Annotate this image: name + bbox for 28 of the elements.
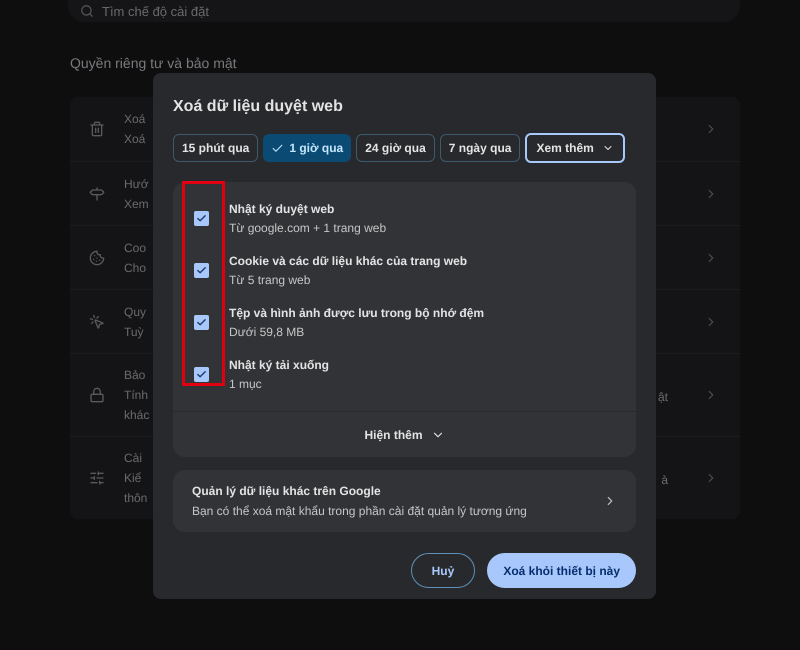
link-title: Quản lý dữ liệu khác trên Google: [192, 483, 381, 500]
data-type-detail: Từ google.com + 1 trang web: [229, 220, 386, 237]
row-text: Cho: [124, 260, 146, 276]
data-type-label: Tệp và hình ảnh được lưu trong bộ nhớ đệm: [229, 305, 484, 322]
section-title: Quyền riêng tư và bảo mật: [70, 54, 237, 72]
data-type-label: Nhật ký tải xuống: [229, 357, 330, 374]
row-text: Cài: [124, 450, 142, 467]
data-type-detail: Từ 5 trang web: [229, 272, 310, 289]
data-type-detail: Dưới 59,8 MB: [229, 324, 304, 341]
data-type-detail: 1 mục: [229, 376, 262, 393]
row-text: Hướ: [124, 176, 149, 192]
row-text: Bảo: [124, 367, 146, 384]
row-text: Coo: [124, 240, 146, 256]
dialog-title: Xoá dữ liệu duyệt web: [173, 97, 343, 117]
row-text: khác: [124, 407, 150, 424]
link-description: Bạn có thể xoá mật khẩu trong phần cài đặt quản lý tương ứng: [192, 503, 527, 520]
row-text: Xem: [124, 196, 149, 212]
row-text: Xoá: [124, 111, 146, 128]
row-text: Kiể: [124, 470, 142, 487]
row-text: thôn: [124, 490, 148, 507]
row-text: Tính: [124, 387, 148, 404]
row-text: Tuỳ: [124, 324, 144, 340]
row-text: à: [661, 472, 668, 489]
data-type-label: Nhật ký duyệt web: [229, 201, 334, 218]
data-type-label: Cookie và các dữ liệu khác của trang web: [229, 253, 468, 270]
row-text: Xoá: [124, 131, 146, 148]
row-text: ật: [658, 389, 668, 406]
row-text: Quy: [124, 304, 146, 320]
